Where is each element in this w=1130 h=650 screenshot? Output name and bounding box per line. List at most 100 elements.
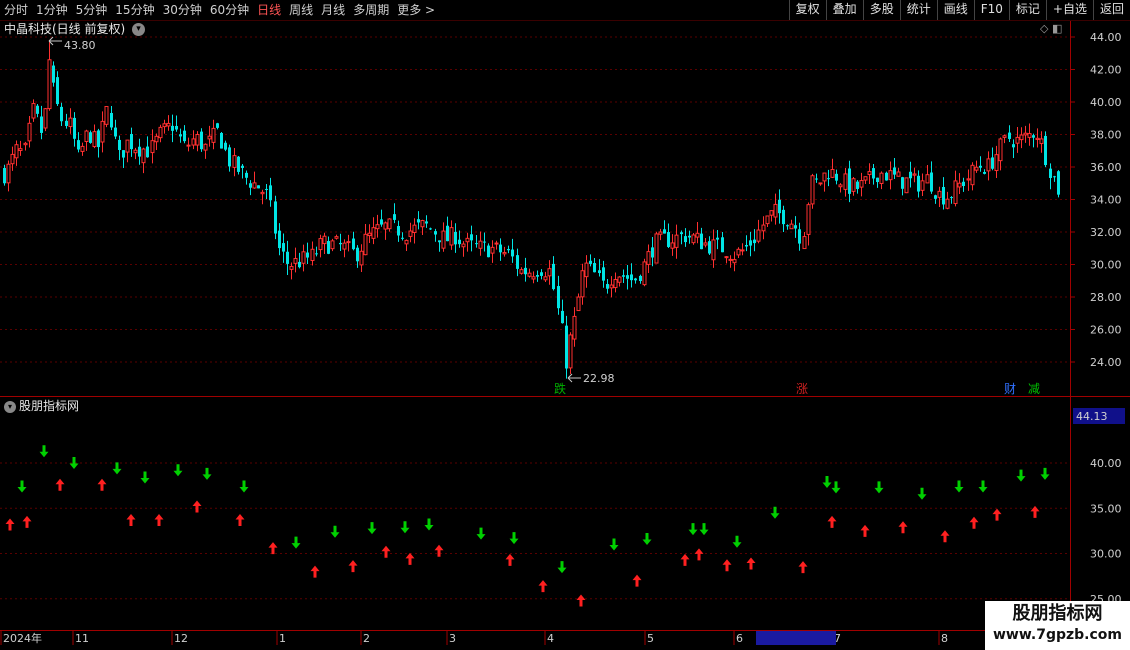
candlestick bbox=[31, 99, 36, 122]
buy-arrow-icon bbox=[310, 565, 320, 578]
kline-chart[interactable]: 44.00 42.00 40.00 38.00 36.00 34.00 32.00 30.00… bbox=[0, 0, 1130, 650]
sell-arrow-icon bbox=[202, 467, 212, 480]
watermark: 股朋指标网 www.7gpzb.com bbox=[985, 601, 1130, 650]
candlestick bbox=[593, 258, 596, 273]
svg-text:减: 减 bbox=[1028, 382, 1040, 396]
date-tick-label: 8 bbox=[941, 632, 948, 645]
candlestick bbox=[721, 231, 724, 253]
candlestick bbox=[609, 276, 614, 298]
candlestick bbox=[1032, 133, 1035, 148]
candlestick bbox=[879, 171, 884, 190]
panel-toggle-icon[interactable]: ◧ bbox=[1052, 22, 1062, 35]
candlestick bbox=[339, 233, 342, 251]
candlestick bbox=[47, 40, 52, 111]
candlestick bbox=[507, 245, 510, 254]
stock-title: 中晶科技(日线 前复权) bbox=[4, 22, 126, 36]
candlestick bbox=[249, 180, 252, 196]
candlestick bbox=[782, 205, 785, 233]
candlestick bbox=[487, 243, 490, 258]
sell-arrow-icon bbox=[822, 476, 832, 489]
candlestick bbox=[282, 233, 285, 263]
candlestick bbox=[843, 168, 848, 197]
candlestick bbox=[896, 167, 901, 177]
candlestick bbox=[876, 177, 879, 188]
candlestick bbox=[745, 235, 748, 252]
chevron-down-icon[interactable]: ▾ bbox=[4, 400, 16, 413]
candlestick bbox=[711, 229, 716, 268]
candlestick bbox=[166, 115, 171, 131]
event-marker-reduce[interactable]: 减 bbox=[1028, 382, 1040, 396]
candlestick bbox=[252, 171, 257, 189]
candlestick bbox=[991, 147, 994, 171]
candlestick bbox=[483, 232, 486, 252]
candlestick bbox=[584, 255, 589, 288]
sell-arrow-icon bbox=[17, 480, 27, 493]
event-marker-rise[interactable]: 涨 bbox=[796, 381, 808, 396]
candlestick bbox=[810, 173, 815, 209]
candlestick bbox=[387, 218, 392, 232]
candlestick bbox=[937, 186, 942, 207]
date-tick-label: 4 bbox=[547, 632, 554, 645]
candlestick bbox=[794, 216, 797, 238]
event-marker-fall[interactable]: 跌 bbox=[553, 381, 567, 396]
candlestick bbox=[680, 230, 683, 245]
candlestick bbox=[732, 251, 737, 272]
chevron-down-icon[interactable]: ▾ bbox=[132, 23, 146, 36]
candlestick bbox=[133, 147, 138, 160]
price-tick-label: 32.00 bbox=[1090, 226, 1122, 239]
date-tick-label: 5 bbox=[647, 632, 654, 645]
candlestick bbox=[118, 135, 121, 161]
candlestick bbox=[925, 164, 930, 184]
candlestick bbox=[912, 167, 917, 183]
buy-arrow-icon bbox=[576, 594, 586, 607]
candlestick bbox=[904, 177, 909, 194]
candlestick bbox=[60, 102, 63, 127]
candlestick bbox=[65, 113, 68, 129]
sell-arrow-icon bbox=[424, 518, 434, 531]
candlestick bbox=[674, 224, 679, 259]
candlestick bbox=[80, 142, 85, 156]
candlestick bbox=[171, 114, 174, 143]
candlestick bbox=[986, 151, 991, 181]
sell-arrow-icon bbox=[400, 521, 410, 534]
candlestick bbox=[265, 183, 268, 200]
diamond-icon[interactable]: ◇ bbox=[1040, 22, 1048, 35]
candlestick bbox=[195, 131, 200, 152]
candlestick-series bbox=[3, 40, 1060, 379]
candlestick bbox=[397, 220, 400, 242]
candlestick bbox=[401, 232, 404, 241]
candlestick bbox=[789, 219, 794, 230]
sell-arrow-icon bbox=[140, 471, 150, 484]
indicator-name: 股朋指标网 bbox=[19, 399, 80, 413]
candlestick bbox=[393, 203, 396, 224]
grid-lines bbox=[0, 36, 1070, 600]
candlestick bbox=[917, 170, 920, 198]
candlestick bbox=[191, 130, 196, 150]
candlestick bbox=[342, 239, 347, 258]
candlestick bbox=[278, 223, 281, 256]
candlestick bbox=[642, 258, 647, 287]
buy-arrow-icon bbox=[860, 524, 870, 537]
candlestick bbox=[561, 299, 564, 324]
candlestick bbox=[613, 272, 618, 293]
candlestick bbox=[1053, 175, 1056, 182]
sell-arrow-icon bbox=[1040, 467, 1050, 480]
date-tick-label: 6 bbox=[736, 632, 743, 645]
indicator-tick-label: 40.00 bbox=[1090, 457, 1122, 470]
candlestick bbox=[966, 169, 971, 191]
candlestick bbox=[89, 130, 92, 144]
sell-arrow-icon bbox=[978, 480, 988, 493]
candlestick bbox=[412, 218, 417, 244]
price-tick-label: 42.00 bbox=[1090, 64, 1122, 77]
sell-arrow-icon bbox=[831, 481, 841, 494]
candlestick bbox=[543, 271, 548, 283]
candlestick bbox=[695, 221, 700, 244]
event-marker-finance[interactable]: 财 bbox=[1004, 382, 1016, 396]
high-price-text: 43.80 bbox=[64, 39, 96, 52]
candlestick bbox=[502, 246, 507, 257]
candlestick bbox=[425, 215, 428, 228]
candlestick bbox=[224, 140, 227, 152]
candlestick bbox=[257, 185, 260, 189]
candlestick bbox=[146, 136, 149, 158]
price-tick-label: 36.00 bbox=[1090, 161, 1122, 174]
